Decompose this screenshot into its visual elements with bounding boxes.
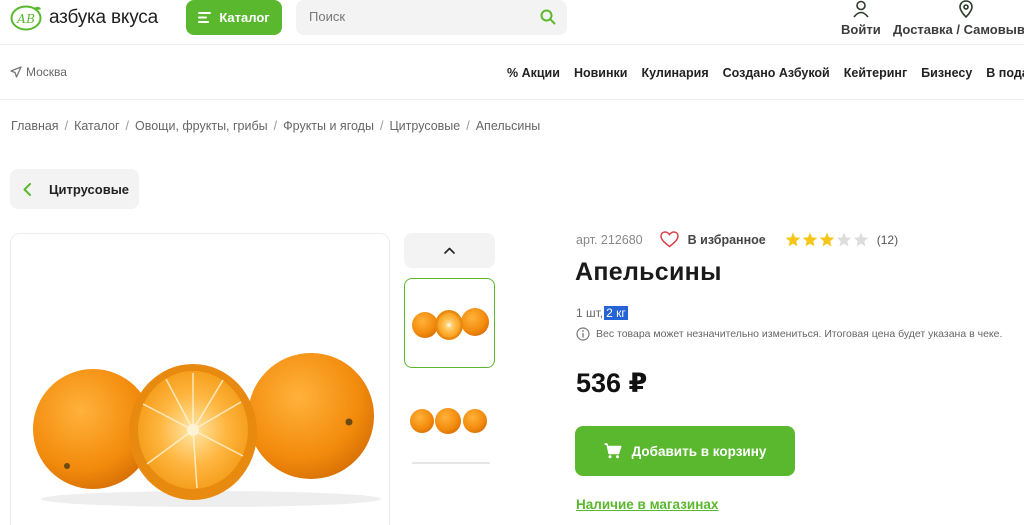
catalog-label: Каталог [219,10,270,25]
search-bar [296,0,567,35]
weight-note: Вес товара может незначительно изменитьс… [576,327,1002,341]
site-header: АВ азбука вкуса Каталог Войти Достав [0,0,1024,45]
add-to-favorites-button[interactable]: В избранное [659,231,766,248]
weight-note-text: Вес товара может незначительно изменитьс… [596,328,1003,340]
thumbnail-2[interactable] [404,375,495,465]
main-nav: Москва % Акции Новинки Кулинария Создано… [0,46,1024,100]
city-label: Москва [26,65,67,79]
weight-prefix: 1 шт, [576,306,604,320]
nav-link-own-brand[interactable]: Создано Азбукой [723,66,830,80]
thumbnail-1[interactable] [404,278,495,368]
delivery-action[interactable]: Доставка / Самовывоз [893,0,1024,37]
product-main-image[interactable] [10,233,390,525]
chevron-up-icon [444,247,455,254]
delivery-label: Доставка / Самовывоз [893,22,1024,37]
navigation-arrow-icon [10,66,22,78]
breadcrumb-separator: / [379,119,384,133]
user-icon [853,0,869,18]
breadcrumb-item[interactable]: Каталог [74,119,119,133]
star-empty-icon [836,232,852,247]
star-filled-icon [802,232,818,247]
add-to-cart-label: Добавить в корзину [631,443,767,459]
breadcrumb-separator: / [466,119,470,133]
oranges-image [33,353,381,507]
breadcrumb-item[interactable]: Главная [11,119,59,133]
info-icon [576,327,590,341]
rating-count: (12) [876,232,899,247]
breadcrumb-separator: / [64,119,69,133]
svg-text:АВ: АВ [16,12,35,26]
product-title: Апельсины [575,258,722,286]
back-label: Цитрусовые [49,181,130,197]
login-label: Войти [841,22,881,37]
product-meta-row: арт. 212680 В избранное (12) [576,231,898,248]
store-availability-link[interactable]: Наличие в магазинах [576,497,718,512]
chevron-left-icon [23,182,31,196]
logo-text: азбука вкуса [49,7,158,28]
catalog-button[interactable]: Каталог [186,0,282,35]
rating-stars[interactable]: (12) [785,232,898,247]
article-number: арт. 212680 [576,232,643,247]
favorites-label: В избранное [687,232,766,247]
back-to-category-button[interactable]: Цитрусовые [10,169,139,209]
weight-selected: 2 кг [604,306,628,320]
breadcrumb-current: Апельсины [475,119,541,133]
search-icon[interactable] [540,9,556,25]
breadcrumb: Главная / Каталог / Овощи, фрукты, грибы / … [11,119,540,133]
breadcrumb-item[interactable]: Цитрусовые [389,119,460,133]
logo[interactable]: АВ азбука вкуса [10,5,158,31]
search-input[interactable] [309,9,529,24]
star-filled-icon [819,232,835,247]
location-pin-icon [959,0,973,18]
oranges-thumbnail-image [410,408,490,464]
product-price: 536 ₽ [576,368,648,398]
oranges-thumbnail-image [412,308,489,340]
heart-icon [659,231,679,248]
nav-link-cookery[interactable]: Кулинария [641,66,708,80]
weight-info: 1 шт, 2 кг [576,306,628,320]
logo-icon: АВ [10,5,42,31]
nav-link-promotions[interactable]: % Акции [507,66,560,80]
breadcrumb-separator: / [273,119,278,133]
cart-icon [604,443,622,459]
nav-links: % Акции Новинки Кулинария Создано Азбуко… [507,66,1024,80]
city-selector[interactable]: Москва [10,65,67,79]
add-to-cart-button[interactable]: Добавить в корзину [575,426,795,476]
star-empty-icon [853,232,869,247]
breadcrumb-separator: / [125,119,129,133]
menu-icon [198,12,212,23]
nav-link-business[interactable]: Бизнесу [921,66,972,80]
nav-link-new[interactable]: Новинки [574,66,628,80]
nav-link-catering[interactable]: Кейтеринг [844,66,907,80]
star-filled-icon [785,232,801,247]
login-action[interactable]: Войти [841,0,881,37]
thumbnails-up-button[interactable] [404,233,495,268]
breadcrumb-item[interactable]: Фрукты и ягоды [283,119,374,133]
breadcrumb-item[interactable]: Овощи, фрукты, грибы [135,119,268,133]
nav-link-gifts[interactable]: В подарок [986,66,1024,80]
